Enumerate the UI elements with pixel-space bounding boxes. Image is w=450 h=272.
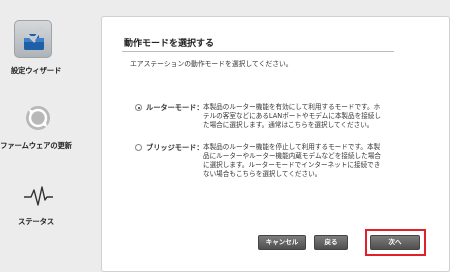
bridge-mode-description: 本製品のルーター機能を停止して利用するモードです。本製品にルーターやルーター機能… (203, 143, 381, 178)
router-mode-label[interactable]: ルーターモード： (146, 103, 204, 113)
sidebar-item-status[interactable]: ステータス (0, 180, 88, 230)
cancel-button[interactable]: キャンセル (258, 235, 306, 250)
sidebar-item-label: 設定ウィザード (10, 66, 62, 75)
divider (122, 51, 394, 52)
instruction-text: エアステーションの動作モードを選択してください。 (130, 60, 293, 68)
next-button[interactable]: 次へ (370, 235, 420, 250)
bridge-mode-label[interactable]: ブリッジモード： (146, 143, 204, 153)
sidebar-item-label: ステータス (18, 217, 54, 226)
router-mode-radio[interactable] (135, 104, 142, 111)
page-title: 動作モードを選択する (124, 39, 215, 49)
bridge-mode-radio[interactable] (135, 144, 142, 151)
toolbox-icon (14, 20, 52, 58)
back-button[interactable]: 戻る (314, 235, 348, 250)
router-mode-description: 本製品のルーター機能を有効にして利用するモードです。ホテルの客室などにあるLAN… (203, 103, 381, 129)
pulse-icon (19, 180, 57, 218)
wizard-panel: 動作モードを選択する エアステーションの動作モードを選択してください。 ルーター… (101, 16, 450, 272)
sidebar-item-setup-wizard[interactable]: 設定ウィザード (0, 17, 88, 77)
sidebar: 設定ウィザード ファームウェアの更新 ステータス (0, 0, 88, 272)
sidebar-item-firmware-update[interactable]: ファームウェアの更新 (0, 102, 88, 152)
sidebar-item-label: ファームウェアの更新 (0, 141, 72, 150)
refresh-icon (19, 102, 57, 140)
